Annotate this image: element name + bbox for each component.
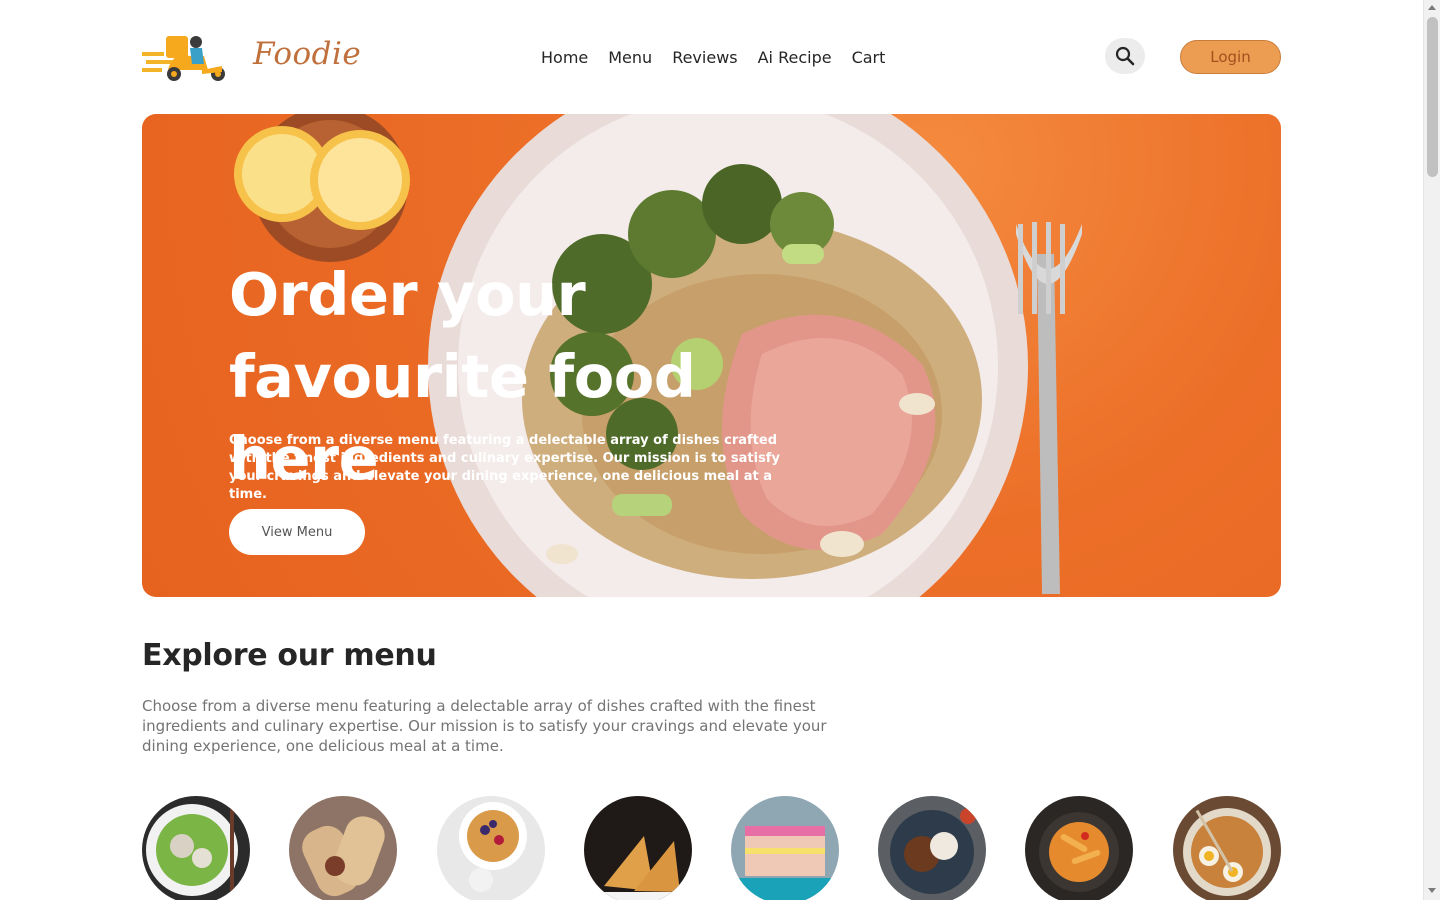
search-icon [1115,46,1135,66]
hero-description: Choose from a diverse menu featuring a d… [229,433,780,502]
scroll-down-arrow-icon[interactable] [1428,888,1436,893]
pure-veg-image [878,796,986,900]
search-button[interactable] [1105,38,1145,74]
menu-item-pasta[interactable] [1025,796,1133,900]
nav-menu[interactable]: Menu [608,48,652,67]
pasta-image [1025,796,1133,900]
sandwich-image [584,796,692,900]
menu-item-cake[interactable] [731,796,839,900]
menu-category-list [142,796,1281,900]
menu-item-salad[interactable] [142,796,250,900]
scroll-thumb[interactable] [1427,17,1438,177]
page-scrollbar[interactable] [1423,0,1440,900]
menu-item-sandwich[interactable] [584,796,692,900]
rolls-image [289,796,397,900]
hero-banner: Order your favourite food here Choose fr… [142,114,1281,597]
nav-reviews[interactable]: Reviews [672,48,737,67]
salad-image [142,796,250,900]
brand-name[interactable]: Foodie [253,36,361,72]
menu-item-rolls[interactable] [289,796,397,900]
scroll-up-arrow-icon[interactable] [1428,5,1436,10]
delivery-scooter-logo[interactable] [142,30,228,82]
explore-menu-description: Choose from a diverse menu featuring a d… [142,697,827,755]
login-button[interactable]: Login [1180,40,1281,74]
cake-image [731,796,839,900]
hero-title-line1: Order your [229,260,586,329]
menu-item-noodles[interactable] [1173,796,1281,900]
noodles-image [1173,796,1281,900]
dessert-image [437,796,545,900]
nav-cart[interactable]: Cart [852,48,886,67]
main-nav: Home Menu Reviews Ai Recipe Cart [541,48,885,67]
menu-item-dessert[interactable] [437,796,545,900]
view-menu-button[interactable]: View Menu [229,509,365,555]
nav-home[interactable]: Home [541,48,588,67]
site-header: Foodie Home Menu Reviews Ai Recipe Cart … [142,26,1281,88]
menu-item-pure-veg[interactable] [878,796,986,900]
nav-ai-recipe[interactable]: Ai Recipe [758,48,832,67]
explore-menu-title: Explore our menu [142,638,437,673]
